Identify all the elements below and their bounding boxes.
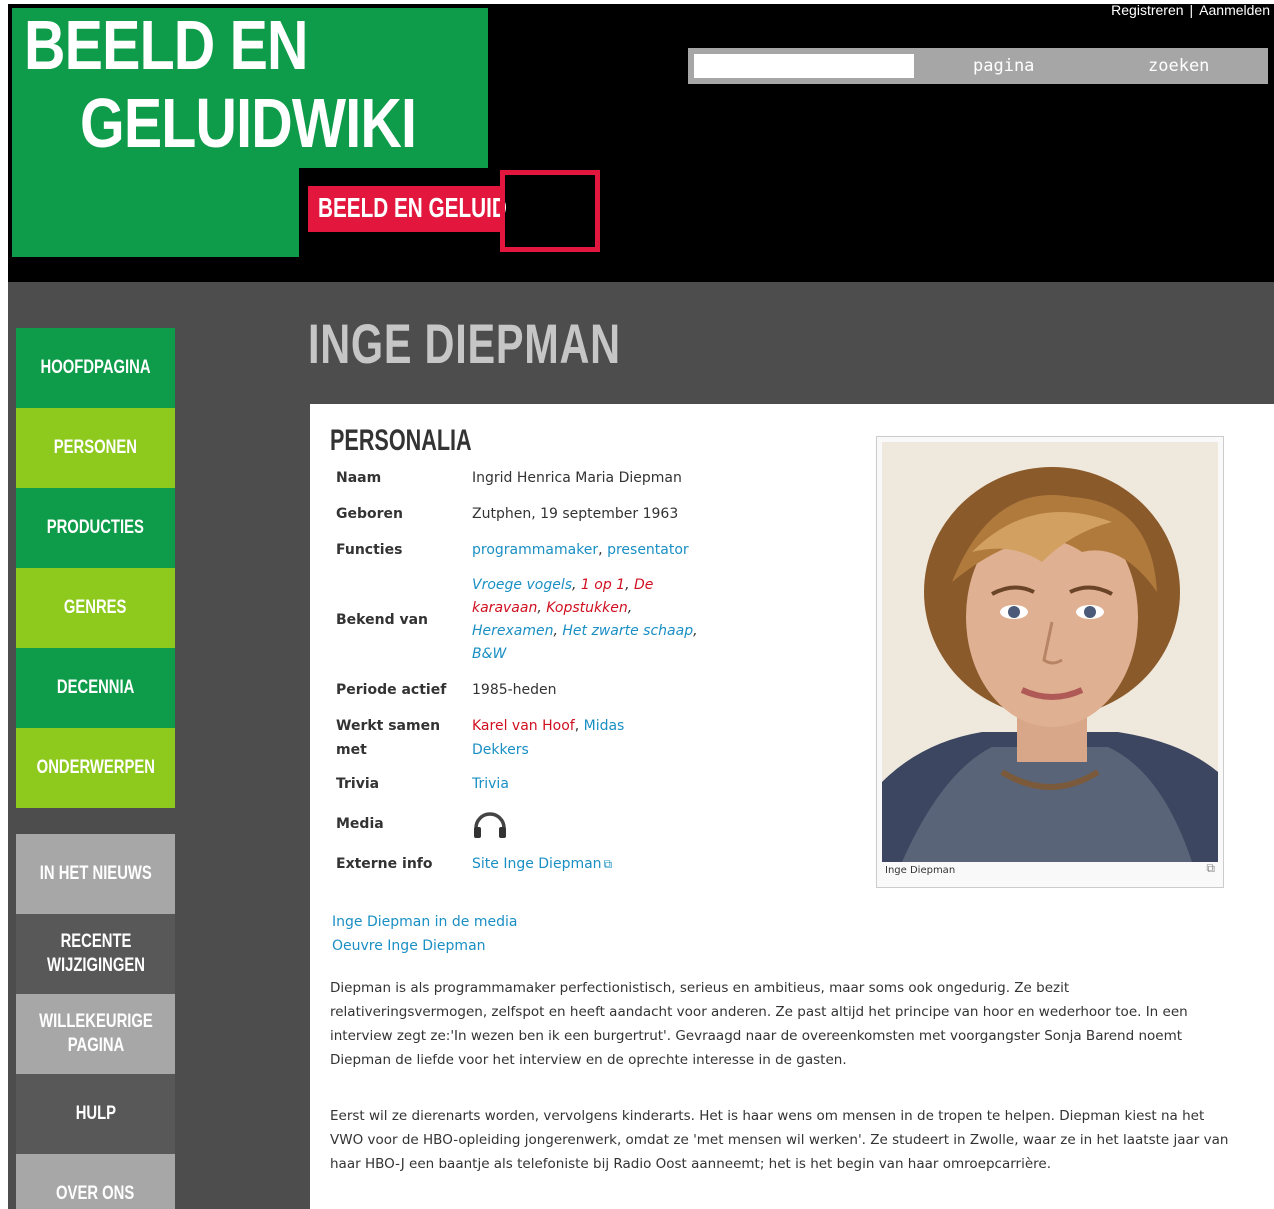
sidebar-item-personen[interactable]: PERSONEN — [16, 408, 175, 488]
sidebar-item-recente-wijzigingen[interactable]: RECENTE WIJZIGINGEN — [16, 914, 175, 994]
sidebar-item-label: IN HET NIEUWS — [39, 863, 152, 884]
register-link[interactable]: Registreren — [1111, 4, 1183, 18]
search-button[interactable]: zoeken — [1148, 56, 1209, 76]
naam-label: Naam — [336, 470, 382, 486]
geboren-value: Zutphen, 19 september 1963 — [472, 506, 679, 522]
oeuvre-link[interactable]: Oeuvre Inge Diepman — [332, 938, 486, 954]
program-link[interactable]: B&W — [472, 646, 506, 662]
sidebar-item-onderwerpen[interactable]: ONDERWERPEN — [16, 728, 175, 808]
geboren-label: Geboren — [336, 506, 403, 522]
externe-info-label: Externe info — [336, 856, 433, 872]
search-bar: pagina zoeken — [688, 48, 1268, 84]
sublogo-frame — [500, 170, 600, 252]
sidebar-item-label: PRODUCTIES — [46, 517, 145, 538]
enlarge-icon[interactable]: ⧉ — [1206, 861, 1215, 876]
sidebar-item-label: RECENTE WIJZIGINGEN — [46, 931, 145, 976]
program-link[interactable]: 1 op 1 — [581, 577, 625, 593]
portrait-figure: Inge Diepman ⧉ — [876, 436, 1224, 888]
sidebar-item-label: HOOFDPAGINA — [40, 357, 151, 378]
portrait-photo[interactable] — [882, 442, 1218, 862]
search-input[interactable] — [694, 54, 914, 78]
link-separator: | — [1189, 4, 1194, 18]
site-header: BEELD EN GELUIDWIKI BEELD EN GELUID Regi… — [8, 4, 1274, 282]
sidebar-item-willekeurige-pagina[interactable]: WILLEKEURIGE PAGINA — [16, 994, 175, 1074]
program-link[interactable]: Het zwarte schaap — [562, 623, 693, 639]
program-link[interactable]: Vroege vogels — [472, 577, 572, 593]
sidebar-item-hulp[interactable]: HULP — [16, 1074, 175, 1154]
functies-value: programmamaker, presentator — [472, 542, 689, 558]
external-link-icon: ⧉ — [603, 857, 613, 871]
body-paragraph: Diepman is als programmamaker perfection… — [330, 980, 1188, 1068]
werkt-samen-label: Werkt samen — [336, 718, 441, 734]
sidebar-item-producties[interactable]: PRODUCTIES — [16, 488, 175, 568]
sidebar-item-label: WILLEKEURIGE PAGINA — [38, 1011, 153, 1056]
media-label: Media — [336, 816, 384, 832]
werkt-samen-label-2: met — [336, 742, 367, 758]
logo-block-lower — [12, 164, 299, 257]
go-to-page-button[interactable]: pagina — [973, 56, 1034, 76]
bekend-van-label: Bekend van — [336, 612, 428, 628]
sidebar-item-in-het-nieuws[interactable]: IN HET NIEUWS — [16, 834, 175, 914]
sidebar-item-label: ONDERWERPEN — [36, 757, 155, 778]
naam-value: Ingrid Henrica Maria Diepman — [472, 470, 682, 486]
sidebar-item-label: GENRES — [64, 597, 127, 618]
logo-title-line1[interactable]: BEELD EN — [24, 10, 308, 80]
sidebar-item-over-ons[interactable]: OVER ONS — [16, 1154, 175, 1209]
external-site-link[interactable]: Site Inge Diepman — [472, 856, 602, 872]
sidebar-item-hoofdpagina[interactable]: HOOFDPAGINA — [16, 328, 175, 408]
trivia-link[interactable]: Trivia — [472, 776, 509, 792]
program-link[interactable]: Herexamen — [472, 623, 554, 639]
functie-link[interactable]: programmamaker — [472, 542, 598, 558]
sublogo-text: BEELD EN GELUID — [318, 192, 507, 223]
sidebar-item-genres[interactable]: GENRES — [16, 568, 175, 648]
sidebar-item-label: DECENNIA — [56, 677, 135, 698]
collaborator-link[interactable]: Karel van Hoof — [472, 718, 575, 734]
werkt-samen-value: Karel van Hoof, Midas Dekkers — [472, 718, 625, 758]
account-links: Registreren | Aanmelden — [1111, 4, 1270, 18]
periode-actief-label: Periode actief — [336, 682, 447, 698]
figure-caption: Inge Diepman — [885, 865, 956, 876]
headphones-icon[interactable] — [472, 810, 508, 848]
page-frame: BEELD EN GELUIDWIKI BEELD EN GELUID Regi… — [8, 4, 1274, 1209]
section-heading: PERSONALIA — [330, 424, 472, 457]
page-title: INGE DIEPMAN — [308, 312, 621, 375]
functies-label: Functies — [336, 542, 403, 558]
program-link[interactable]: Kopstukken — [546, 600, 628, 616]
login-link[interactable]: Aanmelden — [1199, 4, 1270, 18]
periode-actief-value: 1985-heden — [472, 682, 557, 698]
sidebar-item-label: OVER ONS — [56, 1183, 135, 1204]
trivia-label: Trivia — [336, 776, 380, 792]
bekend-van-value: Vroege vogels, 1 op 1, De karavaan, Kops… — [472, 577, 698, 662]
media-link[interactable]: Inge Diepman in de media — [332, 914, 517, 930]
logo-title-line2[interactable]: GELUIDWIKI — [80, 88, 417, 158]
body-paragraph: Eerst wil ze dierenarts worden, vervolge… — [330, 1108, 1229, 1172]
sidebar-item-decennia[interactable]: DECENNIA — [16, 648, 175, 728]
functie-link[interactable]: presentator — [607, 542, 689, 558]
sidebar-item-label: HULP — [75, 1103, 116, 1124]
sidebar-item-label: PERSONEN — [53, 437, 138, 458]
article-content: PERSONALIA Naam Ingrid Henrica Maria Die… — [310, 404, 1274, 1209]
